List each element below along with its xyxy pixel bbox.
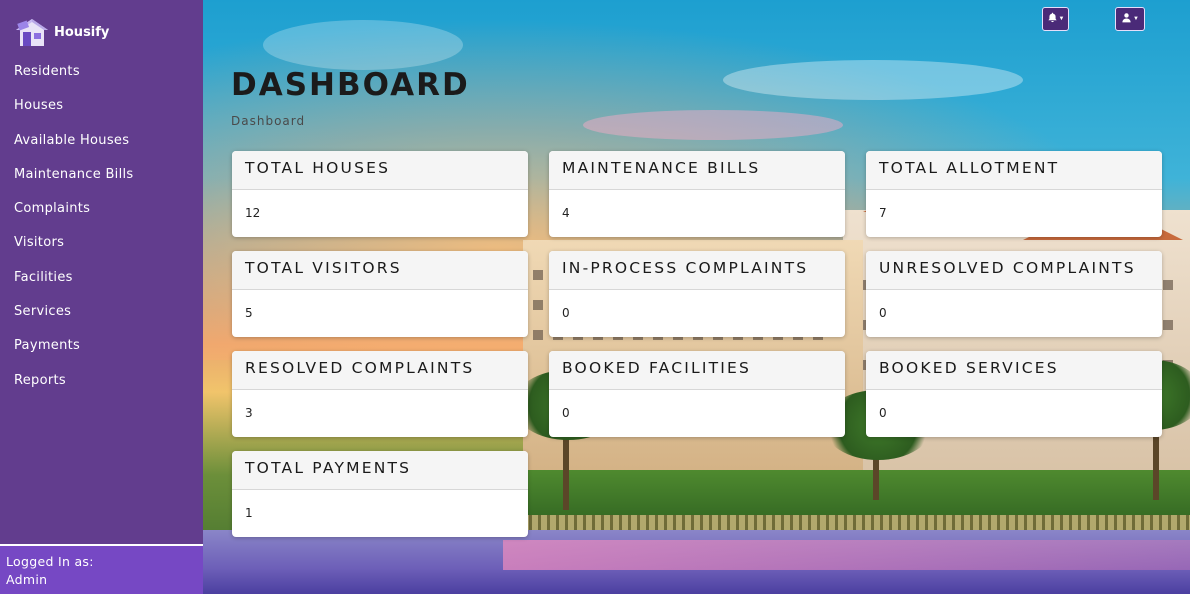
card-title: TOTAL PAYMENTS xyxy=(232,451,528,490)
card-value: 5 xyxy=(245,306,253,320)
notifications-button[interactable]: ▼ xyxy=(1042,7,1069,31)
card-title: BOOKED FACILITIES xyxy=(549,351,845,390)
card-title: IN-PROCESS COMPLAINTS xyxy=(549,251,845,290)
stat-card-total-payments[interactable]: TOTAL PAYMENTS 1 xyxy=(232,451,528,537)
stat-card-unresolved-complaints[interactable]: UNRESOLVED COMPLAINTS 0 xyxy=(866,251,1162,337)
stat-card-total-visitors[interactable]: TOTAL VISITORS 5 xyxy=(232,251,528,337)
card-title: BOOKED SERVICES xyxy=(866,351,1162,390)
card-value: 0 xyxy=(562,306,570,320)
chevron-down-icon: ▼ xyxy=(1133,16,1139,22)
sidebar-nav: Residents Houses Available Houses Mainte… xyxy=(0,62,203,405)
brand[interactable]: Housify xyxy=(14,16,109,48)
card-title: RESOLVED COMPLAINTS xyxy=(232,351,528,390)
sidebar-item-houses[interactable]: Houses xyxy=(0,96,203,130)
user-menu-button[interactable]: ▼ xyxy=(1115,7,1145,31)
stat-card-booked-services[interactable]: BOOKED SERVICES 0 xyxy=(866,351,1162,437)
card-value: 1 xyxy=(245,506,253,520)
sidebar-item-facilities[interactable]: Facilities xyxy=(0,268,203,302)
card-value: 12 xyxy=(245,206,261,220)
sidebar-item-visitors[interactable]: Visitors xyxy=(0,233,203,267)
house-logo-icon xyxy=(14,16,50,48)
card-title: UNRESOLVED COMPLAINTS xyxy=(866,251,1162,290)
logged-in-user: Admin xyxy=(6,572,48,587)
stat-card-resolved-complaints[interactable]: RESOLVED COMPLAINTS 3 xyxy=(232,351,528,437)
logged-in-footer: Logged In as: Admin xyxy=(0,544,203,594)
main-content: ▼ ▼ DASHBOARD Dashboard TOTAL HOUSES 12 … xyxy=(203,0,1190,594)
card-title: TOTAL HOUSES xyxy=(232,151,528,190)
stat-card-maintenance-bills[interactable]: MAINTENANCE BILLS 4 xyxy=(549,151,845,237)
stat-card-total-houses[interactable]: TOTAL HOUSES 12 xyxy=(232,151,528,237)
sidebar-item-available-houses[interactable]: Available Houses xyxy=(0,131,203,165)
sidebar-item-maintenance-bills[interactable]: Maintenance Bills xyxy=(0,165,203,199)
card-title: TOTAL ALLOTMENT xyxy=(866,151,1162,190)
user-icon xyxy=(1121,12,1132,26)
brand-name: Housify xyxy=(54,24,110,40)
page-title: DASHBOARD xyxy=(231,67,470,103)
sidebar-item-reports[interactable]: Reports xyxy=(0,371,203,405)
card-title: MAINTENANCE BILLS xyxy=(549,151,845,190)
sidebar-item-complaints[interactable]: Complaints xyxy=(0,199,203,233)
sidebar: Housify Residents Houses Available House… xyxy=(0,0,203,594)
logged-in-label: Logged In as: xyxy=(6,554,94,569)
stat-card-in-process-complaints[interactable]: IN-PROCESS COMPLAINTS 0 xyxy=(549,251,845,337)
bell-icon xyxy=(1047,12,1058,26)
card-value: 0 xyxy=(879,406,887,420)
sidebar-item-payments[interactable]: Payments xyxy=(0,336,203,370)
card-value: 4 xyxy=(562,206,570,220)
card-title: TOTAL VISITORS xyxy=(232,251,528,290)
sidebar-item-residents[interactable]: Residents xyxy=(0,62,203,96)
card-value: 0 xyxy=(879,306,887,320)
card-value: 7 xyxy=(879,206,887,220)
card-value: 3 xyxy=(245,406,253,420)
chevron-down-icon: ▼ xyxy=(1058,16,1065,22)
sidebar-item-services[interactable]: Services xyxy=(0,302,203,336)
stat-card-booked-facilities[interactable]: BOOKED FACILITIES 0 xyxy=(549,351,845,437)
stat-card-total-allotment[interactable]: TOTAL ALLOTMENT 7 xyxy=(866,151,1162,237)
card-value: 0 xyxy=(562,406,570,420)
breadcrumb[interactable]: Dashboard xyxy=(231,114,305,128)
